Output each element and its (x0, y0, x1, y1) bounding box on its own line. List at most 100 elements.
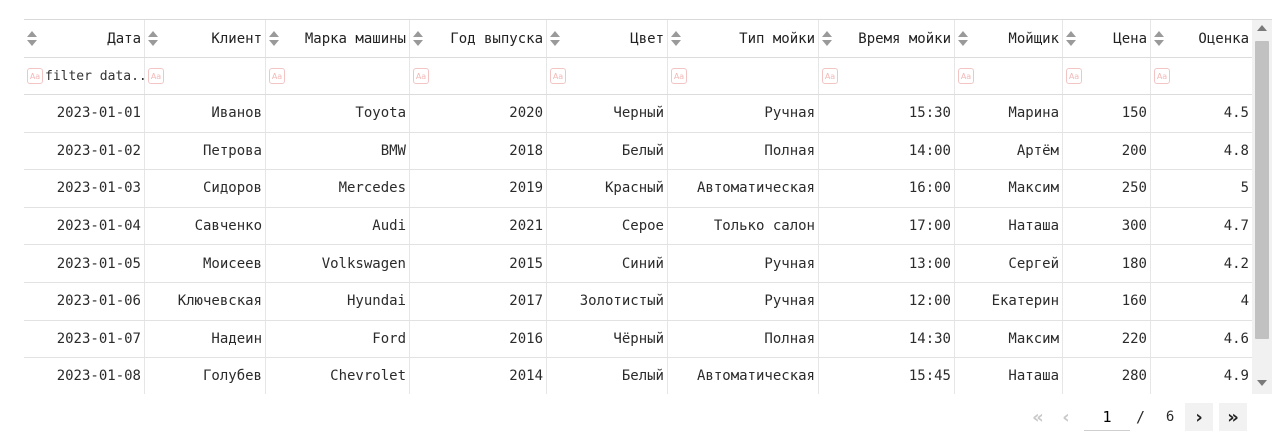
case-sensitive-icon[interactable]: Aa (1154, 68, 1170, 84)
case-sensitive-icon[interactable]: Aa (1066, 68, 1082, 84)
cell-year: 2015 (410, 245, 547, 282)
filter-input-wash-time[interactable] (840, 68, 940, 84)
sort-icon[interactable] (413, 31, 423, 47)
sort-icon[interactable] (27, 31, 37, 47)
filter-input-client[interactable] (166, 68, 265, 84)
sort-icon[interactable] (671, 31, 681, 47)
cell-date: 2023-01-04 (24, 207, 145, 245)
filter-cell-washer: Aa (955, 58, 1063, 94)
pagination: « ‹ / 6 › » (1024, 402, 1248, 432)
column-header-client[interactable]: Клиент (145, 20, 266, 57)
cell-color: Белый (547, 358, 668, 394)
cell-washer: Наташа (955, 358, 1063, 394)
cell-wash-type: Автоматическая (668, 170, 819, 207)
filter-cell-rating: Aa (1151, 58, 1252, 94)
first-page-button[interactable]: « (1024, 403, 1052, 431)
case-sensitive-icon[interactable]: Aa (269, 68, 285, 84)
cell-year: 2017 (410, 282, 547, 320)
case-sensitive-icon[interactable]: Aa (27, 68, 43, 84)
cell-color: Серое (547, 207, 668, 245)
page-separator: / (1136, 408, 1146, 426)
column-header-year[interactable]: Год выпуска (410, 20, 547, 57)
filter-input-date[interactable] (45, 68, 144, 84)
column-header-rating[interactable]: Оценка (1151, 20, 1252, 57)
case-sensitive-icon[interactable]: Aa (822, 68, 838, 84)
filter-cell-client: Aa (145, 58, 266, 94)
filter-cell-wash-type: Aa (668, 58, 819, 94)
sort-icon[interactable] (1154, 31, 1164, 47)
case-sensitive-icon[interactable]: Aa (550, 68, 566, 84)
filter-cell-date: Aa (24, 58, 145, 94)
column-header-color[interactable]: Цвет (547, 20, 668, 57)
filter-input-rating[interactable] (1172, 68, 1252, 84)
cell-rating: 4.5 (1223, 105, 1249, 122)
cell-rating: 4.6 (1223, 330, 1249, 347)
cell-wash-time: 13:00 (819, 245, 955, 282)
case-sensitive-icon[interactable]: Aa (148, 68, 164, 84)
sort-icon[interactable] (550, 31, 560, 47)
filter-input-year[interactable] (431, 68, 531, 84)
cell-wash-time: 15:30 (819, 95, 955, 132)
cell-client: Ключевская (145, 282, 266, 320)
cell-wash-type: Ручная (668, 282, 819, 320)
cell-rating: 4.2 (1223, 255, 1249, 272)
next-page-button[interactable]: › (1185, 403, 1214, 431)
filter-input-wash-type[interactable] (689, 68, 789, 84)
scrollbar-thumb[interactable] (1255, 41, 1269, 339)
sort-icon[interactable] (148, 31, 158, 47)
table-row[interactable]: 2023-01-06 Ключевская Hyundai 2017 Золот… (24, 282, 1252, 321)
sort-icon[interactable] (1066, 31, 1076, 47)
scroll-up-icon[interactable] (1257, 25, 1267, 31)
cell-price: 200 (1063, 132, 1151, 170)
filter-input-washer[interactable] (976, 68, 1062, 84)
cell-year: 2016 (410, 320, 547, 358)
case-sensitive-icon[interactable]: Aa (413, 68, 429, 84)
table-row[interactable]: 2023-01-08 Голубев Chevrolet 2014 Белый … (24, 358, 1252, 394)
filter-row: Aa Aa Aa Aa Aa Aa Aa Aa Aa Aa (24, 58, 1252, 95)
filter-input-price[interactable] (1084, 68, 1150, 84)
table-row[interactable]: 2023-01-05 Моисеев Volkswagen 2015 Синий… (24, 245, 1252, 283)
column-header-washer[interactable]: Мойщик (955, 20, 1063, 57)
scroll-down-icon[interactable] (1257, 380, 1267, 386)
table-row[interactable]: 2023-01-07 Надеин Ford 2016 Чёрный Полна… (24, 320, 1252, 359)
sort-icon[interactable] (822, 31, 832, 47)
last-page-button[interactable]: » (1219, 403, 1248, 431)
cell-date: 2023-01-08 (24, 358, 145, 394)
vertical-scrollbar[interactable] (1252, 20, 1272, 394)
column-header-price[interactable]: Цена (1063, 20, 1151, 57)
cell-washer: Наташа (955, 207, 1063, 245)
filter-input-color[interactable] (568, 68, 667, 84)
column-header-wash-type[interactable]: Тип мойки (668, 20, 819, 57)
cell-date: 2023-01-05 (24, 245, 145, 282)
sort-icon[interactable] (269, 31, 279, 47)
column-header-date[interactable]: Дата (24, 20, 145, 57)
table-row[interactable]: 2023-01-02 Петрова BMW 2018 Белый Полная… (24, 132, 1252, 171)
current-page-input[interactable] (1084, 403, 1130, 431)
cell-date: 2023-01-07 (24, 320, 145, 358)
previous-page-button[interactable]: ‹ (1052, 403, 1080, 431)
filter-cell-color: Aa (547, 58, 668, 94)
cell-rating: 4.7 (1223, 218, 1249, 235)
table-row[interactable]: 2023-01-04 Савченко Audi 2021 Серое Толь… (24, 207, 1252, 246)
cell-client: Голубев (145, 358, 266, 394)
table-row[interactable]: 2023-01-01 Иванов Toyota 2020 Черный Руч… (24, 95, 1252, 133)
column-header-car-brand[interactable]: Марка машины (266, 20, 410, 57)
cell-wash-time: 12:00 (819, 282, 955, 320)
column-header-wash-time[interactable]: Время мойки (819, 20, 955, 57)
cell-rating: 4.9 (1223, 368, 1249, 385)
cell-price: 150 (1063, 95, 1151, 132)
cell-washer: Максим (955, 170, 1063, 207)
case-sensitive-icon[interactable]: Aa (671, 68, 687, 84)
cell-wash-type: Полная (668, 132, 819, 170)
cell-washer: Марина (955, 95, 1063, 132)
filter-cell-year: Aa (410, 58, 547, 94)
sort-icon[interactable] (958, 31, 968, 47)
case-sensitive-icon[interactable]: Aa (958, 68, 974, 84)
table-row[interactable]: 2023-01-03 Сидоров Mercedes 2019 Красный… (24, 170, 1252, 208)
cell-car-brand: Ford (266, 320, 410, 358)
cell-washer: Екатерин (955, 282, 1063, 320)
cell-car-brand: Toyota (266, 95, 410, 132)
filter-input-car-brand[interactable] (287, 68, 387, 84)
cell-washer: Сергей (955, 245, 1063, 282)
cell-wash-time: 14:00 (819, 132, 955, 170)
